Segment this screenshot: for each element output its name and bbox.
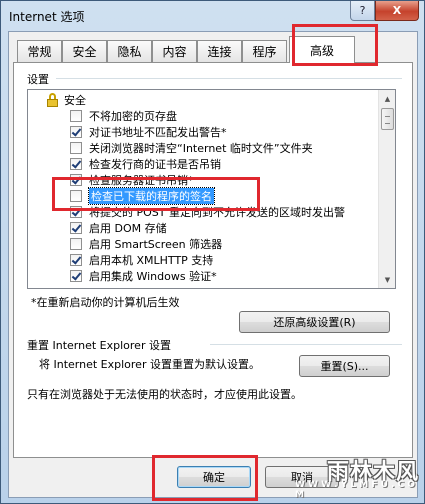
- tab-security[interactable]: 安全: [62, 40, 107, 62]
- close-button[interactable]: X: [375, 1, 419, 21]
- setting-checkbox[interactable]: [70, 254, 82, 266]
- setting-row[interactable]: 启用本机 XMLHTTP 支持: [28, 252, 380, 268]
- tab-advanced[interactable]: 高级: [289, 36, 355, 63]
- scroll-up-icon[interactable]: ▲: [380, 91, 395, 106]
- reset-divider: [210, 344, 402, 345]
- ok-button[interactable]: 确定: [177, 466, 251, 488]
- setting-checkbox[interactable]: [70, 206, 82, 218]
- setting-checkbox[interactable]: [70, 190, 82, 202]
- setting-row[interactable]: 启用 SmartScreen 筛选器: [28, 236, 380, 252]
- watermark: 雨林木风 W W W . Y L M F U . C O M: [295, 450, 423, 502]
- window-controls: ? X: [350, 1, 419, 21]
- setting-checkbox[interactable]: [70, 126, 82, 138]
- settings-divider: [56, 78, 402, 79]
- setting-label: 启用 DOM 存储: [89, 222, 167, 235]
- tab-connections[interactable]: 连接: [197, 40, 242, 62]
- vertical-scrollbar[interactable]: ▲ ▼: [378, 90, 395, 288]
- title-bar: Internet 选项 ? X: [1, 1, 424, 31]
- dialog-body: 常规 安全 隐私 内容 连接 程序 高级 设置 安全 不将加密的页存盘 对证书地…: [8, 31, 418, 498]
- scroll-thumb[interactable]: [381, 108, 394, 130]
- setting-row[interactable]: 不将加密的页存盘: [28, 108, 380, 124]
- help-button[interactable]: ?: [350, 1, 375, 21]
- settings-list[interactable]: 安全 不将加密的页存盘 对证书地址不匹配发出警告* 关闭浏览器时清空“Inter…: [27, 89, 396, 289]
- setting-row[interactable]: 检查发行商的证书是否吊销: [28, 156, 380, 172]
- setting-checkbox[interactable]: [70, 174, 82, 186]
- setting-checkbox[interactable]: [70, 222, 82, 234]
- setting-label-selected: 检查已下载的程序的签名: [88, 187, 215, 205]
- setting-checkbox[interactable]: [70, 238, 82, 250]
- setting-checkbox[interactable]: [70, 270, 82, 282]
- setting-row[interactable]: 关闭浏览器时清空“Internet 临时文件”文件夹: [28, 140, 380, 156]
- category-label: 安全: [64, 94, 86, 107]
- lock-icon: [47, 93, 58, 107]
- setting-label: 对证书地址不匹配发出警告*: [89, 126, 227, 139]
- restore-advanced-button[interactable]: 还原高级设置(R): [239, 311, 390, 333]
- setting-label: 启用集成 Windows 验证*: [89, 270, 217, 283]
- tab-content[interactable]: 内容: [152, 40, 197, 62]
- setting-label: 将提交的 POST 重定向到不允许发送的区域时发出警: [89, 206, 345, 219]
- settings-group-label: 设置: [27, 73, 49, 86]
- advanced-panel: 设置 安全 不将加密的页存盘 对证书地址不匹配发出警告* 关闭浏览器时清空“In…: [13, 62, 413, 458]
- setting-row[interactable]: 启用集成 Windows 验证*: [28, 268, 380, 284]
- setting-checkbox[interactable]: [70, 142, 82, 154]
- setting-label: 启用 SmartScreen 筛选器: [89, 238, 223, 251]
- setting-row[interactable]: 将提交的 POST 重定向到不允许发送的区域时发出警: [28, 204, 380, 220]
- window-title: Internet 选项: [9, 10, 85, 24]
- setting-label: 不将加密的页存盘: [89, 110, 177, 123]
- reset-button[interactable]: 重置(S)...: [299, 355, 390, 377]
- setting-label: 关闭浏览器时清空“Internet 临时文件”文件夹: [89, 142, 313, 155]
- setting-row-selected[interactable]: 检查已下载的程序的签名: [28, 187, 380, 205]
- setting-checkbox[interactable]: [70, 110, 82, 122]
- tab-programs[interactable]: 程序: [242, 40, 287, 62]
- scroll-down-icon[interactable]: ▼: [380, 272, 395, 287]
- internet-options-window: Internet 选项 ? X 常规 安全 隐私 内容 连接 程序 高级 设置 …: [0, 0, 425, 504]
- setting-label: 启用本机 XMLHTTP 支持: [89, 254, 214, 267]
- reset-group-label: 重置 Internet Explorer 设置: [27, 339, 171, 352]
- setting-label: 检查服务器证书吊销*: [89, 174, 194, 187]
- tab-general[interactable]: 常规: [17, 40, 62, 62]
- setting-checkbox[interactable]: [70, 158, 82, 170]
- tab-privacy[interactable]: 隐私: [107, 40, 152, 62]
- restart-note: *在重新启动你的计算机后生效: [31, 296, 180, 309]
- setting-row[interactable]: 检查服务器证书吊销*: [28, 172, 380, 188]
- watermark-url: W W W . Y L M F U . C O M: [295, 480, 416, 500]
- setting-row[interactable]: 对证书地址不匹配发出警告*: [28, 124, 380, 140]
- settings-list-content: 安全 不将加密的页存盘 对证书地址不匹配发出警告* 关闭浏览器时清空“Inter…: [28, 90, 380, 288]
- category-security: 安全: [28, 92, 380, 108]
- setting-row[interactable]: 启用 DOM 存储: [28, 220, 380, 236]
- reset-note: 只有在浏览器处于无法使用的状态时，才应使用此设置。: [27, 388, 302, 401]
- reset-description: 将 Internet Explorer 设置重置为默认设置。: [39, 358, 260, 371]
- setting-label: 检查发行商的证书是否吊销: [89, 158, 221, 171]
